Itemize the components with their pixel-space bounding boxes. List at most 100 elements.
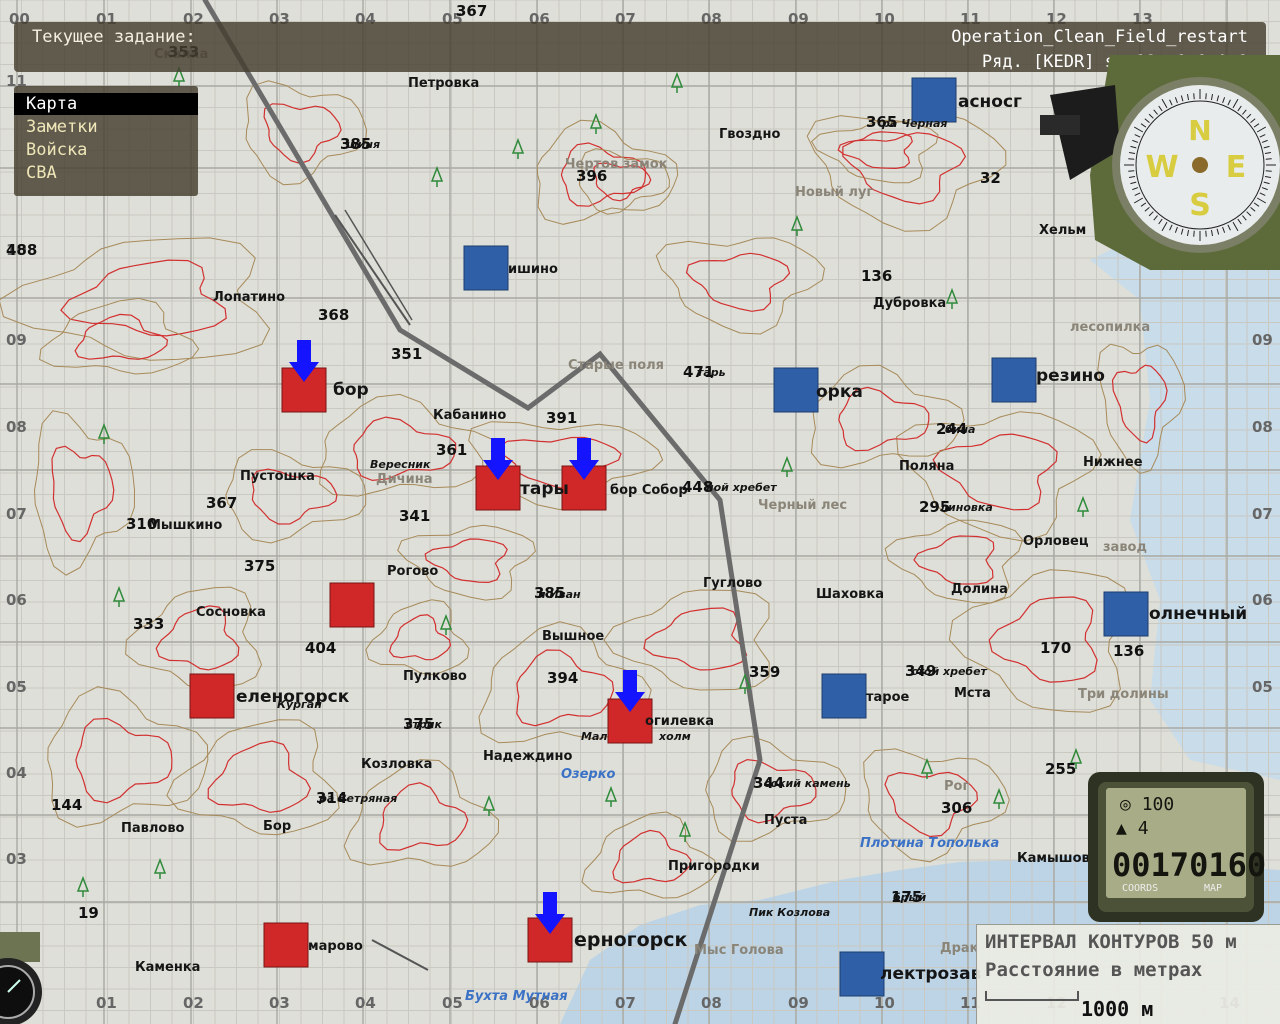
map-label: Пулково — [403, 669, 467, 684]
compass-icon[interactable]: N W E S — [1040, 55, 1280, 270]
map-label: 04 — [6, 764, 27, 782]
map-label: 05 — [6, 678, 27, 696]
map-label: асносг — [958, 92, 1022, 112]
map-label: 341 — [399, 507, 430, 525]
map-label: Козловка — [361, 757, 432, 772]
scale-bar — [985, 991, 1079, 1001]
map-label: 03 — [269, 994, 290, 1012]
map-label: 32 — [980, 169, 1001, 187]
map-label: 08 — [1252, 418, 1273, 436]
current-task-label: Текущее задание: — [32, 27, 196, 47]
map-side-menu: Карта Заметки Войска CBA — [14, 86, 198, 196]
map-label: 04 — [355, 994, 376, 1012]
map-label: 136 — [861, 267, 892, 285]
friendly-unit-marker[interactable] — [991, 357, 1037, 403]
map-legend: ИНТЕРВАЛ КОНТУРОВ 50 м Расстояние в метр… — [976, 924, 1280, 1024]
map-label: резино — [1036, 366, 1105, 386]
map-label: Рог — [944, 779, 969, 794]
friendly-unit-marker[interactable] — [773, 367, 819, 413]
menu-item-cba[interactable]: CBA — [14, 162, 198, 184]
map-label: холм — [658, 730, 691, 743]
map-label: огилевка — [645, 714, 714, 729]
friendly-unit-marker[interactable] — [821, 673, 867, 719]
map-label: Нижнее — [1083, 455, 1143, 470]
menu-item-units[interactable]: Войска — [14, 139, 198, 161]
mission-name: Operation_Clean_Field_restart — [951, 27, 1248, 47]
map-label: 09 — [788, 994, 809, 1012]
map-label: 244 — [936, 420, 967, 438]
map-label: 05 — [442, 994, 463, 1012]
map-label: 314 — [316, 789, 347, 807]
map-label: 448 — [682, 478, 713, 496]
distance-label: Расстояние в метрах — [985, 959, 1203, 981]
map-label: 10 — [874, 994, 895, 1012]
map-label: 375 — [244, 557, 275, 575]
friendly-unit-marker[interactable] — [1103, 591, 1149, 637]
map-label: 367 — [206, 494, 237, 512]
map-label: ерногорск — [574, 929, 688, 951]
map-label: бор — [333, 380, 369, 400]
watch-icon[interactable] — [0, 932, 46, 1024]
compass-north: N — [1188, 114, 1211, 147]
map-label: Пик Козлова — [749, 906, 830, 919]
map-label: Поляна — [899, 459, 954, 474]
map-label: 05 — [1252, 678, 1273, 696]
map-label: завод — [1103, 540, 1147, 555]
map-label: 07 — [1252, 505, 1273, 523]
map-label: Бухта Мутная — [465, 989, 568, 1004]
enemy-unit-marker[interactable] — [263, 922, 309, 968]
map-label: Долина — [951, 582, 1008, 597]
map-label: 367 — [456, 2, 487, 20]
map-label: Бор — [263, 819, 291, 834]
map-label: Лопатино — [213, 290, 285, 305]
map-label: Шаховка — [816, 587, 884, 602]
scale-value: 1000 м — [1081, 997, 1154, 1021]
map-label: 365 — [866, 113, 897, 131]
map-label: Озерко — [561, 767, 616, 782]
map-label: 310 — [126, 515, 157, 533]
map-label: Мышкино — [148, 518, 222, 533]
gps-coords-button[interactable]: COORDS — [1122, 883, 1158, 894]
map-label: Гуглово — [703, 576, 762, 591]
map-label: 136 — [1113, 642, 1144, 660]
menu-item-map[interactable]: Карта — [14, 93, 198, 115]
map-label: 385 — [534, 584, 565, 602]
gps-map-button[interactable]: MAP — [1204, 883, 1222, 894]
map-label: 06 — [6, 591, 27, 609]
map-label: 01 — [96, 994, 117, 1012]
map-label: 19 — [78, 904, 99, 922]
map-label: Гвоздно — [719, 127, 780, 142]
gps-heading: ◎ 100 — [1120, 794, 1175, 815]
map-label: 255 — [1045, 760, 1076, 778]
map-label: Пустошка — [240, 469, 315, 484]
map-label: 344 — [753, 774, 784, 792]
map-label: 404 — [305, 639, 336, 657]
map-label: 396 — [576, 167, 607, 185]
map-label: ишино — [508, 262, 558, 277]
map-label: 359 — [749, 663, 780, 681]
map-label: бор Собор — [610, 483, 688, 498]
map-label: Сосновка — [196, 605, 266, 620]
enemy-unit-marker[interactable] — [329, 582, 375, 628]
map-label: 295 — [919, 498, 950, 516]
map-label: 333 — [133, 615, 164, 633]
map-label: 09 — [1252, 331, 1273, 349]
map-label: 488 — [6, 241, 37, 259]
map-label: 08 — [6, 418, 27, 436]
map-label: 349 — [905, 662, 936, 680]
map-label: тарое — [866, 690, 910, 705]
menu-item-notes[interactable]: Заметки — [14, 116, 198, 138]
compass-east: E — [1226, 150, 1247, 185]
map-label: 09 — [6, 331, 27, 349]
map-label: Курган — [277, 698, 322, 711]
map-label: Мста — [954, 686, 991, 701]
map-label: Пригородки — [668, 859, 760, 874]
enemy-unit-marker[interactable] — [189, 673, 235, 719]
map-label: 07 — [615, 994, 636, 1012]
map-label: 368 — [318, 306, 349, 324]
friendly-unit-marker[interactable] — [839, 951, 885, 997]
friendly-unit-marker[interactable] — [911, 77, 957, 123]
friendly-unit-marker[interactable] — [463, 245, 509, 291]
map-label: 175 — [891, 888, 922, 906]
map-label: 02 — [183, 994, 204, 1012]
